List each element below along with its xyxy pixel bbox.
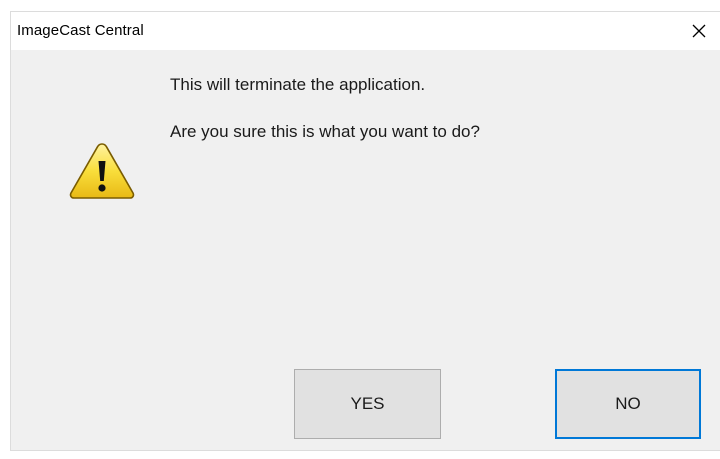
warning-icon bbox=[69, 143, 135, 199]
message-line-1: This will terminate the application. bbox=[170, 75, 426, 94]
close-button[interactable] bbox=[678, 12, 720, 50]
dialog-window: ImageCast Central This will terminate th… bbox=[10, 11, 720, 451]
no-button[interactable]: NO bbox=[555, 369, 701, 439]
close-icon bbox=[692, 24, 706, 38]
message-line-2: Are you sure this is what you want to do… bbox=[170, 122, 480, 141]
window-title: ImageCast Central bbox=[17, 22, 144, 39]
yes-button[interactable]: YES bbox=[294, 369, 441, 439]
title-bar[interactable]: ImageCast Central bbox=[11, 12, 720, 50]
dialog-content: This will terminate the application. Are… bbox=[11, 50, 720, 450]
